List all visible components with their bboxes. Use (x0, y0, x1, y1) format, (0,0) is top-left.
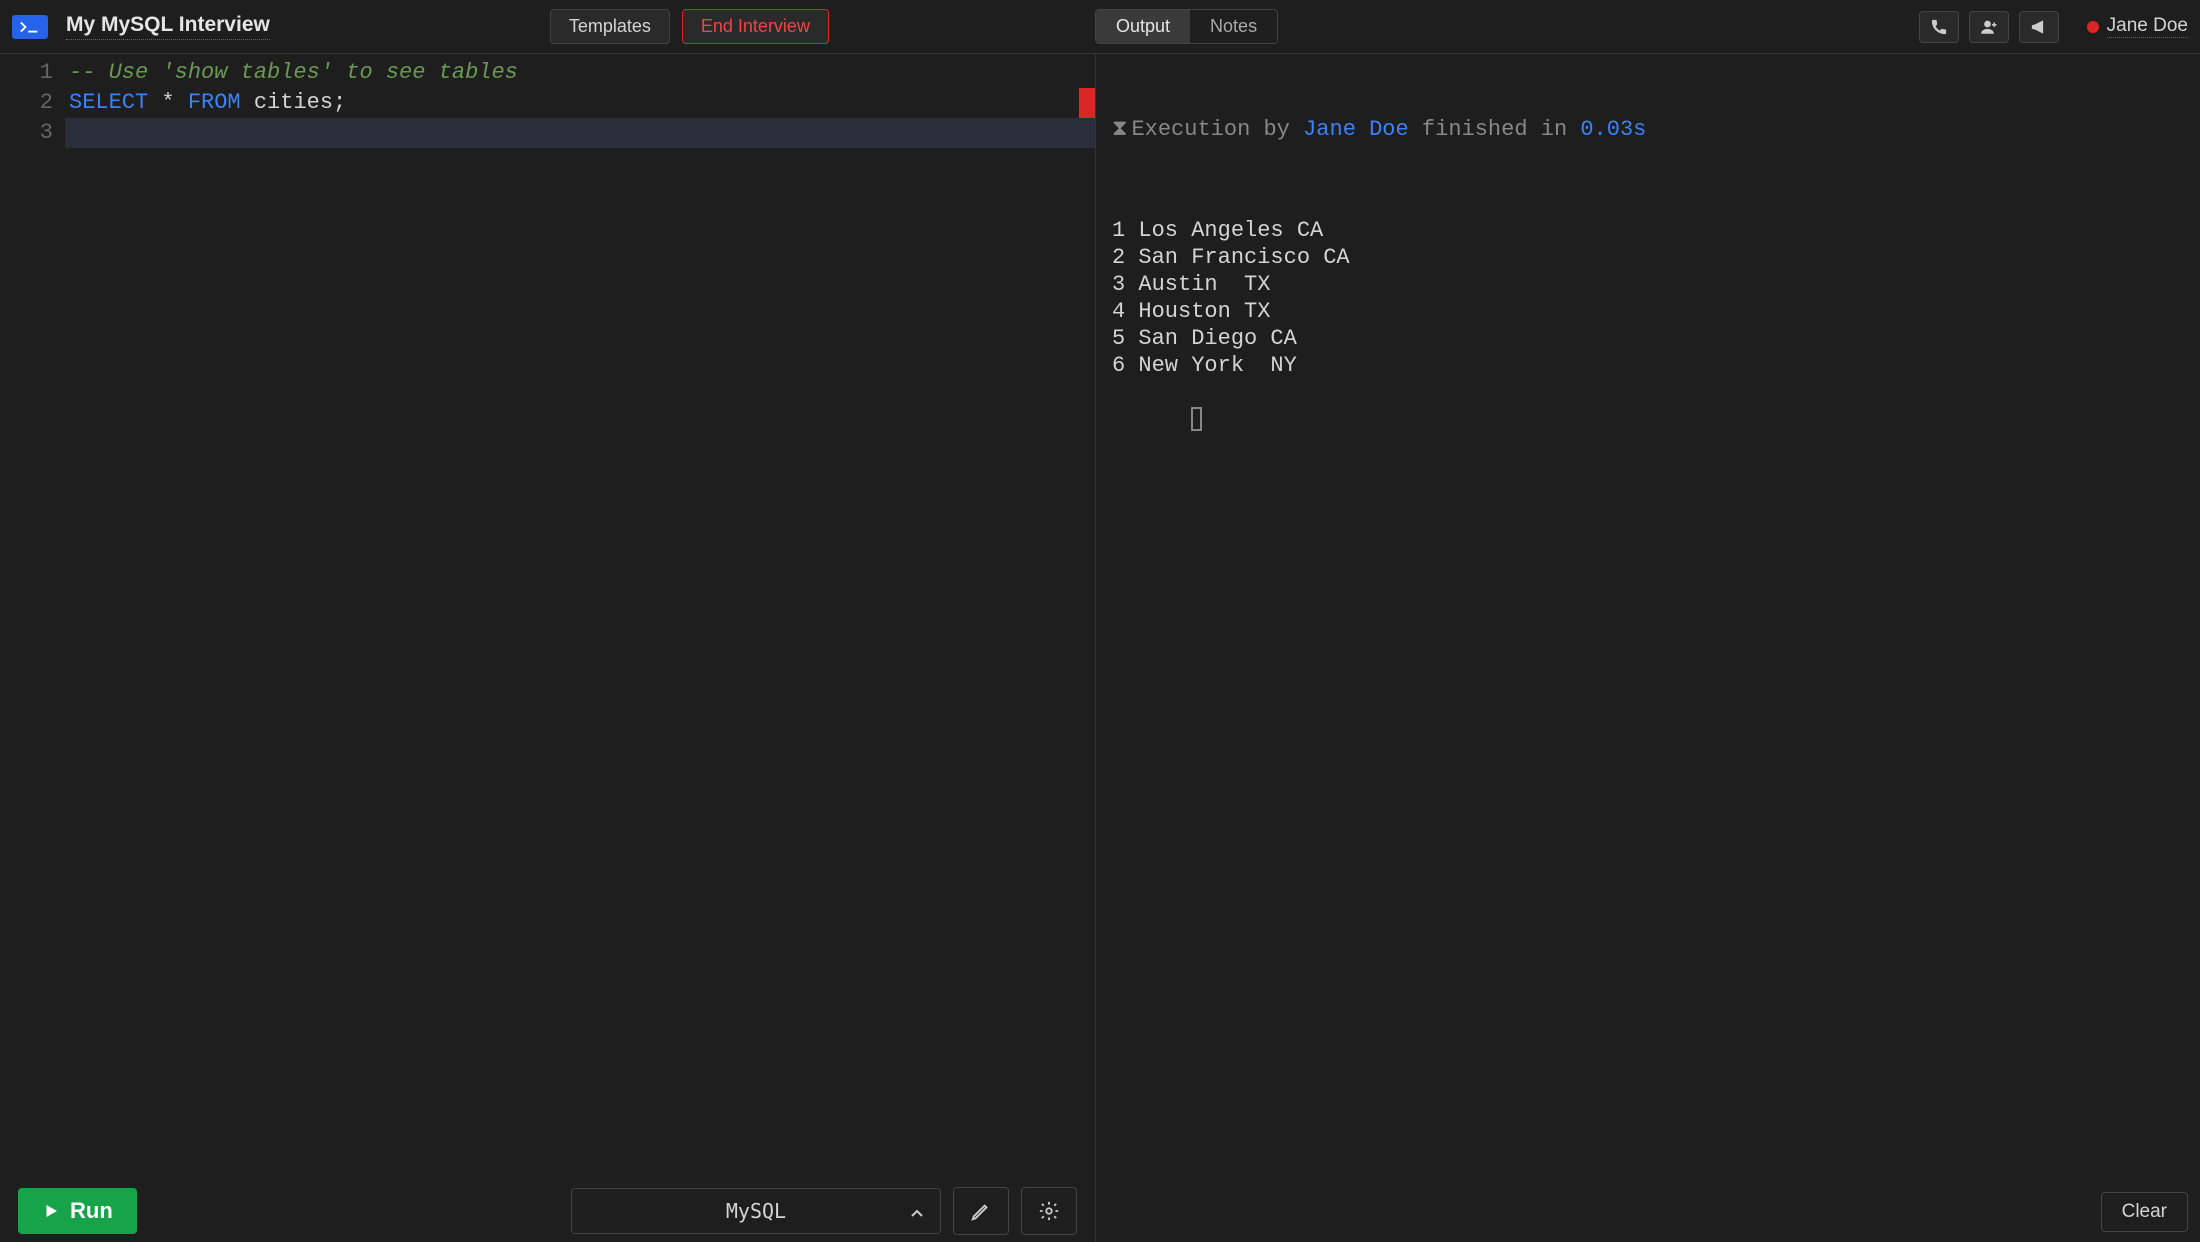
code-lines[interactable]: -- Use 'show tables' to see tablesSELECT… (65, 58, 1095, 1180)
output-row: 4 Houston TX (1112, 298, 2184, 325)
app-logo[interactable] (12, 15, 48, 39)
terminal-icon (19, 20, 41, 34)
header-right: Jane Doe (1919, 11, 2188, 43)
output-pane: ⧗Execution by Jane Doe finished in 0.03s… (1095, 53, 2200, 1242)
tab-output[interactable]: Output (1096, 10, 1190, 43)
line-number: 2 (0, 88, 53, 118)
editor-pane: 123 -- Use 'show tables' to see tablesSE… (0, 53, 1095, 1242)
end-interview-button[interactable]: End Interview (682, 9, 829, 44)
header-bar: My MySQL Interview Templates End Intervi… (0, 0, 2200, 53)
output-cursor (1191, 407, 1202, 431)
call-button[interactable] (1919, 11, 1959, 43)
language-label: MySQL (726, 1199, 786, 1223)
templates-button[interactable]: Templates (550, 9, 670, 44)
output-body[interactable]: ⧗Execution by Jane Doe finished in 0.03s… (1096, 54, 2200, 1182)
code-line[interactable]: SELECT * FROM cities; (65, 88, 1095, 118)
remote-cursor-marker (1079, 88, 1095, 118)
editor-footer: Run MySQL (0, 1180, 1095, 1242)
code-line[interactable]: -- Use 'show tables' to see tables (65, 58, 1095, 88)
interview-title[interactable]: My MySQL Interview (66, 13, 270, 40)
user-indicator[interactable]: Jane Doe (2087, 15, 2188, 38)
output-row: 2 San Francisco CA (1112, 244, 2184, 271)
line-number: 1 (0, 58, 53, 88)
run-button[interactable]: Run (18, 1188, 137, 1234)
pencil-icon (970, 1200, 992, 1222)
language-select[interactable]: MySQL (571, 1188, 941, 1234)
output-row: 6 New York NY (1112, 352, 2184, 379)
megaphone-icon (2030, 18, 2048, 36)
output-row: 3 Austin TX (1112, 271, 2184, 298)
run-label: Run (70, 1198, 113, 1224)
line-number: 3 (0, 118, 53, 148)
clear-button[interactable]: Clear (2101, 1192, 2188, 1232)
output-row: 1 Los Angeles CA (1112, 217, 2184, 244)
settings-button[interactable] (1021, 1187, 1077, 1235)
announce-button[interactable] (2019, 11, 2059, 43)
invite-button[interactable] (1969, 11, 2009, 43)
status-dot-icon (2087, 21, 2099, 33)
hourglass-icon: ⧗ (1112, 117, 1127, 142)
header-left-buttons: Templates End Interview (550, 9, 829, 44)
user-plus-icon (1980, 18, 1998, 36)
output-footer: Clear (1096, 1182, 2200, 1242)
code-editor[interactable]: 123 -- Use 'show tables' to see tablesSE… (0, 54, 1095, 1180)
gear-icon (1038, 1200, 1060, 1222)
active-line-highlight (65, 118, 1095, 148)
output-notes-tabs: Output Notes (1095, 9, 1278, 44)
tab-notes[interactable]: Notes (1190, 10, 1277, 43)
caret-up-icon (910, 1199, 924, 1223)
output-row: 5 San Diego CA (1112, 325, 2184, 352)
output-rows: 1 Los Angeles CA2 San Francisco CA3 Aust… (1112, 217, 2184, 379)
execution-status: ⧗Execution by Jane Doe finished in 0.03s (1112, 116, 2184, 143)
phone-icon (1930, 18, 1948, 36)
main-area: 123 -- Use 'show tables' to see tablesSE… (0, 53, 2200, 1242)
draw-button[interactable] (953, 1187, 1009, 1235)
user-name-label: Jane Doe (2107, 15, 2188, 38)
line-gutter: 123 (0, 58, 65, 1180)
play-icon (42, 1202, 60, 1220)
